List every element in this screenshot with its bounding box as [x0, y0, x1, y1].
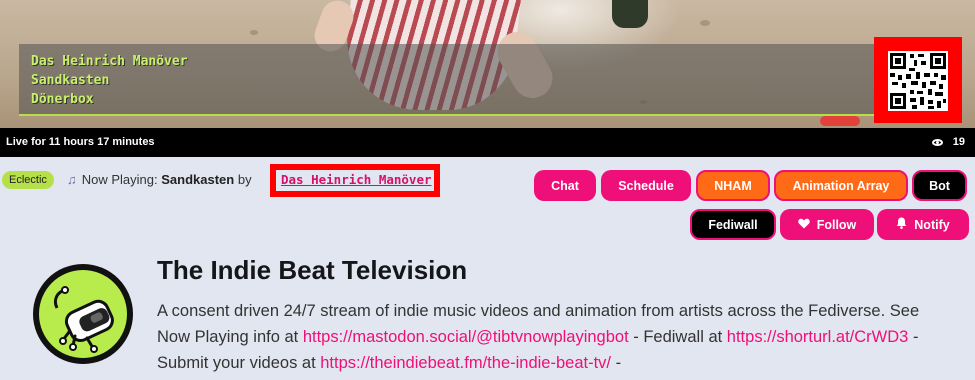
now-playing-overlay: Das Heinrich Manöver Sandkasten Dönerbox: [19, 44, 879, 116]
bell-icon: [896, 217, 907, 232]
now-playing-info: ♫ Now Playing: Sandkasten by: [67, 172, 252, 187]
overlay-artist: Das Heinrich Manöver: [31, 54, 188, 69]
fediwall-link[interactable]: https://shorturl.at/CrWD3: [727, 328, 909, 346]
nowplaying-bot-link[interactable]: https://mastodon.social/@tibtvnowplaying…: [303, 328, 629, 346]
artist-highlight: Das Heinrich Manöver: [270, 164, 440, 197]
video-object-toy: [820, 116, 860, 126]
description-text: - Fediwall at: [628, 328, 727, 346]
bot-button[interactable]: Bot: [912, 170, 967, 201]
category-tag[interactable]: Eclectic: [2, 171, 54, 189]
live-status-bar: Live for 11 hours 17 minutes 19: [0, 128, 975, 157]
follow-label: Follow: [816, 217, 857, 232]
notify-button[interactable]: Notify: [877, 209, 969, 240]
now-playing-song: Sandkasten: [161, 172, 235, 187]
channel-title: The Indie Beat Television: [157, 255, 468, 285]
notify-label: Notify: [914, 217, 950, 232]
now-playing-by: by: [237, 172, 252, 187]
schedule-button[interactable]: Schedule: [601, 170, 691, 201]
eye-icon: [931, 138, 943, 146]
avatar-illustration: [39, 270, 127, 358]
now-playing-label: Now Playing:: [81, 172, 158, 187]
channel-avatar[interactable]: [33, 264, 133, 364]
video-object-shoe: [612, 0, 648, 28]
animation-array-button[interactable]: Animation Array: [774, 170, 908, 201]
nham-button[interactable]: NHAM: [696, 170, 770, 201]
video-player[interactable]: Das Heinrich Manöver Sandkasten Dönerbox: [0, 0, 975, 128]
qr-code-highlight[interactable]: [874, 37, 962, 123]
viewer-count: 19: [931, 136, 965, 148]
heart-icon: [797, 218, 810, 232]
artist-link[interactable]: Das Heinrich Manöver: [281, 172, 432, 187]
overlay-album: Dönerbox: [31, 92, 94, 107]
fediwall-button[interactable]: Fediwall: [690, 209, 776, 240]
channel-description: A consent driven 24/7 stream of indie mu…: [157, 298, 927, 376]
sand-texture: [700, 20, 710, 26]
overlay-song: Sandkasten: [31, 73, 110, 88]
music-note-icon: ♫: [67, 172, 77, 187]
submit-videos-link[interactable]: https://theindiebeat.fm/the-indie-beat-t…: [320, 354, 611, 372]
follow-button[interactable]: Follow: [780, 209, 874, 240]
chat-button[interactable]: Chat: [534, 170, 596, 201]
qr-code: [888, 51, 948, 111]
sand-texture: [250, 30, 258, 35]
description-text: -: [611, 354, 622, 372]
live-duration: Live for 11 hours 17 minutes: [6, 136, 155, 148]
viewer-count-value: 19: [952, 136, 965, 148]
